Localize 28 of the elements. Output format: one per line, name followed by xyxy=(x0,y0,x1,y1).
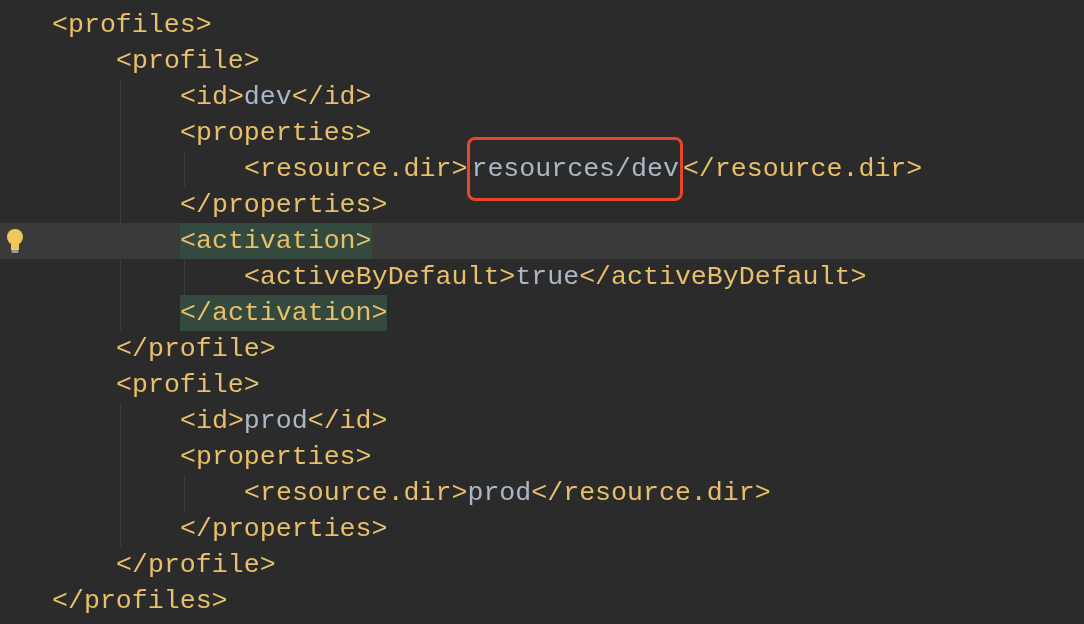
xml-tag: <profile> xyxy=(116,43,260,79)
xml-value: prod xyxy=(467,477,532,510)
xml-value: resources/dev xyxy=(471,154,679,184)
xml-tag: <activeByDefault> xyxy=(244,259,516,295)
xml-tag: <activation> xyxy=(180,223,372,259)
xml-tag: </resource.dir> xyxy=(531,475,771,511)
xml-tag: <resource.dir> xyxy=(244,151,468,187)
xml-tag: <properties> xyxy=(180,439,372,475)
xml-tag: <id> xyxy=(180,79,244,115)
xml-tag: </resource.dir> xyxy=(682,151,923,187)
xml-tag: </profile> xyxy=(116,547,276,583)
xml-tag: </id> xyxy=(291,79,372,115)
xml-tag: </activation> xyxy=(180,295,388,331)
xml-tag: <id> xyxy=(180,403,244,439)
xml-tag: </properties> xyxy=(180,187,388,223)
xml-tag: </profiles> xyxy=(52,583,228,619)
xml-tag: <properties> xyxy=(180,115,372,151)
xml-tag: <resource.dir> xyxy=(244,475,468,511)
xml-tag: <profiles> xyxy=(52,7,212,43)
xml-tag: <profile> xyxy=(116,367,260,403)
xml-tag: </profile> xyxy=(116,331,276,367)
xml-tag: </activeByDefault> xyxy=(579,259,867,295)
xml-value: prod xyxy=(243,405,308,438)
xml-tag: </properties> xyxy=(180,511,388,547)
xml-value: dev xyxy=(243,81,292,114)
lightbulb-icon[interactable] xyxy=(5,228,25,254)
xml-value: true xyxy=(515,261,580,294)
xml-tag: </id> xyxy=(307,403,388,439)
